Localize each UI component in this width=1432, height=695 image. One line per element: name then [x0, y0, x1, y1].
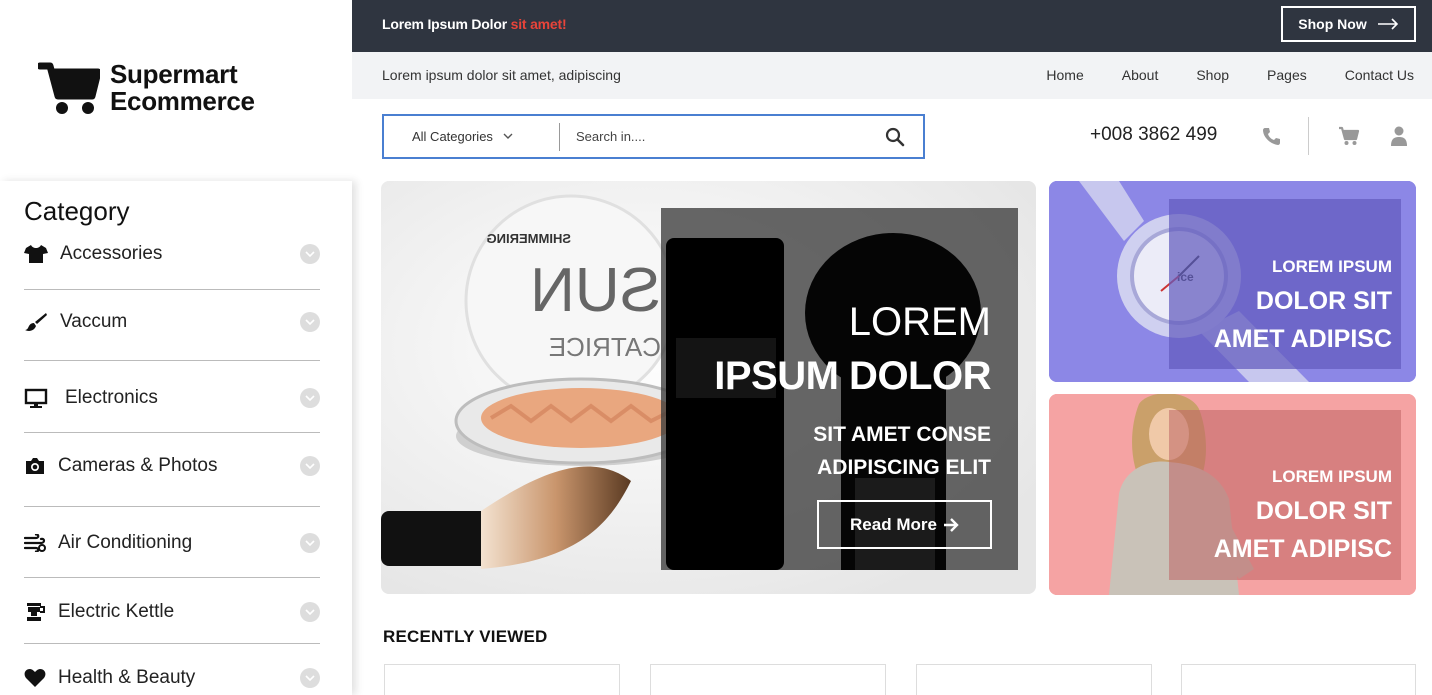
category-item-cameras[interactable]: Cameras & Photos [24, 455, 320, 477]
search-input[interactable] [560, 129, 867, 144]
category-item-health-beauty[interactable]: Health & Beauty [24, 667, 320, 689]
recent-product-card[interactable] [384, 664, 620, 695]
category-label: Air Conditioning [58, 532, 193, 553]
nav-contact[interactable]: Contact Us [1345, 67, 1414, 83]
phone-number[interactable]: +008 3862 499 [1090, 124, 1217, 146]
banner-line2: DOLOR SIT [1255, 287, 1392, 315]
tshirt-icon [24, 244, 50, 264]
category-item-accessories[interactable]: Accessories [24, 243, 320, 265]
nav-bar: Lorem ipsum dolor sit amet, adipiscing H… [352, 52, 1432, 99]
banner-line3: AMET ADIPISC [1213, 325, 1392, 353]
chevron-down-icon[interactable] [300, 602, 320, 622]
category-item-vaccum[interactable]: Vaccum [24, 311, 320, 333]
category-item-electronics[interactable]: Electronics [24, 387, 320, 409]
category-label: Electric Kettle [58, 601, 175, 622]
hero-text-panel: LOREM IPSUM DOLOR SIT AMET CONSE ADIPISC… [661, 208, 1018, 570]
nav-shop[interactable]: Shop [1196, 67, 1229, 83]
banner-line2: DOLOR SIT [1255, 497, 1392, 525]
search-bar: All Categories [382, 114, 925, 159]
category-item-air-conditioning[interactable]: Air Conditioning [24, 532, 320, 554]
promo-text: Lorem Ipsum Dolor sit amet! [382, 16, 567, 32]
category-divider [24, 289, 320, 290]
chevron-down-icon[interactable] [300, 456, 320, 476]
promo-banner-fashion[interactable]: LOREM IPSUM DOLOR SIT AMET ADIPISC [1049, 394, 1416, 595]
main-nav: Home About Shop Pages Contact Us [1046, 67, 1414, 83]
hero-subtitle: SIT AMET CONSE ADIPISCING ELIT [731, 418, 991, 484]
hero-product-text-top: SHIMMERING [487, 231, 572, 246]
nav-pages[interactable]: Pages [1267, 67, 1307, 83]
chevron-down-icon[interactable] [300, 388, 320, 408]
hero-title-line2: IPSUM DOLOR [714, 354, 991, 398]
category-label: Electronics [65, 387, 158, 408]
promo-main: Lorem Ipsum Dolor [382, 16, 511, 32]
logo-line1: Supermart [110, 59, 238, 89]
heart-icon [24, 668, 48, 688]
tagline: Lorem ipsum dolor sit amet, adipiscing [382, 67, 621, 83]
arrow-right-icon [943, 517, 959, 532]
category-sidebar: Category Accessories Vaccum Electronics [0, 181, 352, 695]
category-divider [24, 360, 320, 361]
arrow-right-icon [1377, 18, 1398, 30]
banner-line3: AMET ADIPISC [1213, 535, 1392, 563]
hero-banner[interactable]: SHIMMERING SUN CATRICE LOREM IPSUM DOLOR [381, 181, 1036, 594]
banner-line1: LOREM IPSUM [1272, 257, 1392, 276]
product-thumbnail [385, 665, 621, 695]
category-divider [24, 506, 320, 507]
hero-subtitle-line2: ADIPISCING ELIT [817, 456, 991, 479]
hero-product-text-main: SUN [530, 256, 661, 325]
promo-bar: Lorem Ipsum Dolor sit amet! Shop Now [352, 0, 1432, 52]
chevron-down-icon[interactable] [300, 533, 320, 553]
chevron-down-icon [503, 133, 513, 139]
recent-product-card[interactable] [916, 664, 1152, 695]
chevron-down-icon[interactable] [300, 668, 320, 688]
shop-now-button[interactable]: Shop Now [1281, 6, 1416, 42]
chevron-down-icon[interactable] [300, 244, 320, 264]
fan-icon [24, 534, 48, 552]
logo-text: Supermart Ecommerce [110, 61, 255, 115]
cart-header-icon[interactable] [1337, 125, 1361, 147]
logo-line2: Ecommerce [110, 86, 255, 116]
header-divider [1308, 117, 1309, 155]
cart-icon [38, 62, 100, 114]
category-divider [24, 643, 320, 644]
nav-home[interactable]: Home [1046, 67, 1083, 83]
nav-about[interactable]: About [1122, 67, 1159, 83]
kettle-icon [24, 602, 48, 622]
camera-icon [24, 457, 48, 475]
category-divider [24, 577, 320, 578]
search-button[interactable] [867, 116, 923, 157]
category-label: Health & Beauty [58, 667, 196, 688]
category-label: Cameras & Photos [58, 455, 218, 476]
promo-banner-watch[interactable]: ice LOREM IPSUM DOLOR SIT AMET ADIPISC [1049, 181, 1416, 382]
user-icon[interactable] [1389, 125, 1409, 147]
hero-subtitle-line1: SIT AMET CONSE [813, 423, 991, 446]
category-item-electric-kettle[interactable]: Electric Kettle [24, 601, 320, 623]
category-divider [24, 432, 320, 433]
read-more-label: Read More [850, 514, 937, 534]
phone-icon[interactable] [1260, 125, 1282, 147]
page: Supermart Ecommerce Lorem Ipsum Dolor si… [0, 0, 1432, 695]
logo[interactable]: Supermart Ecommerce [38, 60, 255, 116]
recent-product-card[interactable] [650, 664, 886, 695]
recent-product-card[interactable] [1181, 664, 1416, 695]
category-dropdown[interactable]: All Categories [384, 122, 560, 151]
monitor-icon [24, 388, 50, 408]
hero-product-text-brand: CATRICE [549, 332, 661, 362]
recently-viewed-title: RECENTLY VIEWED [383, 627, 548, 646]
hero-title-line1: LOREM [848, 300, 991, 344]
brush-icon [24, 312, 50, 332]
category-label: Accessories [60, 243, 163, 264]
category-title: Category [24, 196, 130, 226]
category-dropdown-label: All Categories [412, 129, 493, 144]
promo-highlight: sit amet! [510, 16, 567, 32]
category-label: Vaccum [60, 311, 128, 332]
banner-line1: LOREM IPSUM [1272, 467, 1392, 486]
shop-now-label: Shop Now [1298, 16, 1367, 32]
chevron-down-icon[interactable] [300, 312, 320, 332]
read-more-button[interactable]: Read More [817, 500, 992, 549]
search-icon [885, 127, 905, 146]
